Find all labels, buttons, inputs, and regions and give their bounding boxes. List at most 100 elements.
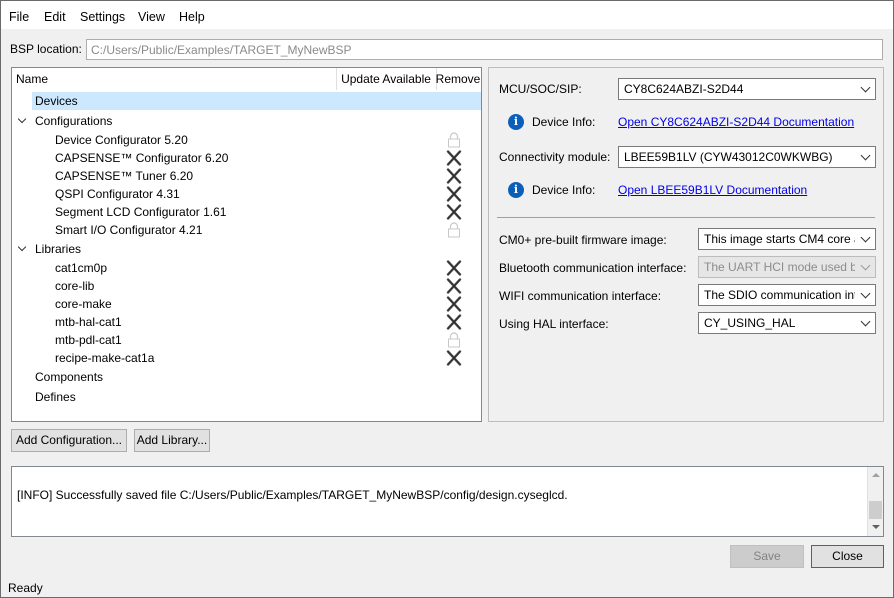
tree-item-library[interactable]: mtb-hal-cat1 — [12, 313, 481, 331]
connectivity-info-label: Device Info: — [532, 183, 596, 197]
bsp-location-label: BSP location: — [10, 42, 82, 56]
hal-interface-select[interactable]: CY_USING_HAL — [698, 312, 876, 334]
add-configuration-button[interactable]: Add Configuration... — [11, 429, 127, 452]
hal-interface-value: CY_USING_HAL — [704, 316, 796, 330]
chevron-down-icon — [860, 260, 871, 271]
chevron-down-icon — [860, 288, 871, 299]
chevron-down-icon — [860, 316, 871, 327]
menu-file[interactable]: File — [9, 10, 29, 24]
menu-settings[interactable]: Settings — [80, 10, 125, 24]
remove-x-icon[interactable] — [445, 260, 463, 276]
wifi-interface-select[interactable]: The SDIO communication int — [698, 284, 876, 306]
connectivity-label: Connectivity module: — [499, 150, 611, 164]
tree-item-library[interactable]: cat1cm0p — [12, 259, 481, 277]
info-icon: i — [508, 182, 524, 198]
tree-item-library-label: core-make — [55, 297, 112, 311]
log-message: [INFO] Successfully saved file C:/Users/… — [17, 488, 568, 502]
log-scrollbar[interactable] — [867, 467, 883, 536]
tree-item-library[interactable]: core-make — [12, 295, 481, 313]
setting-label-cm0: CM0+ pre-built firmware image: — [499, 233, 667, 247]
tree-item-configurator-label: Segment LCD Configurator 1.61 — [55, 205, 227, 219]
menu-help[interactable]: Help — [179, 10, 205, 24]
setting-label-wifi: WIFI communication interface: — [499, 289, 662, 303]
connectivity-select[interactable]: LBEE59B1LV (CYW43012C0WKWBG) — [618, 146, 876, 168]
tree-item-configurator-label: CAPSENSE™ Configurator 6.20 — [55, 151, 229, 165]
bluetooth-interface-select[interactable]: The UART HCI mode used by — [698, 256, 876, 278]
remove-x-icon[interactable] — [445, 350, 463, 366]
header-name[interactable]: Name — [16, 68, 48, 90]
setting-label-hal: Using HAL interface: — [499, 317, 609, 331]
tree-item-library-label: core-lib — [55, 279, 95, 293]
connectivity-select-value: LBEE59B1LV (CYW43012C0WKWBG) — [624, 150, 833, 164]
header-remove[interactable]: Remove — [433, 68, 483, 90]
close-button[interactable]: Close — [811, 545, 884, 568]
save-button[interactable]: Save — [730, 545, 804, 568]
tree-item-configurator[interactable]: QSPI Configurator 4.31 — [12, 185, 481, 203]
remove-x-icon[interactable] — [445, 296, 463, 312]
lock-icon — [445, 222, 463, 238]
tree-item-components-label: Components — [35, 370, 104, 384]
tree-item-configurator[interactable]: Device Configurator 5.20 — [12, 131, 481, 149]
tree-item-library-label: mtb-pdl-cat1 — [55, 333, 122, 347]
add-library-button[interactable]: Add Library... — [134, 429, 210, 452]
menu-edit[interactable]: Edit — [44, 10, 66, 24]
tree-item-libraries-label: Libraries — [35, 242, 82, 256]
chevron-down-icon — [860, 232, 871, 243]
scroll-up-icon[interactable] — [872, 473, 880, 477]
chevron-down-icon[interactable] — [18, 112, 28, 130]
tree-item-configurator[interactable]: Segment LCD Configurator 1.61 — [12, 203, 481, 221]
header-update-available[interactable]: Update Available — [331, 68, 441, 90]
remove-x-icon[interactable] — [445, 186, 463, 202]
tree-item-library[interactable]: mtb-pdl-cat1 — [12, 331, 481, 349]
remove-x-icon[interactable] — [445, 314, 463, 330]
mcu-select[interactable]: CY8C624ABZI-S2D44 — [618, 78, 876, 100]
chevron-down-icon — [860, 82, 871, 93]
bluetooth-interface-value: The UART HCI mode used by — [704, 260, 855, 274]
lock-icon — [445, 332, 463, 348]
device-documentation-link[interactable]: Open CY8C624ABZI-S2D44 Documentation — [618, 115, 854, 129]
tree-item-library[interactable]: core-lib — [12, 277, 481, 295]
remove-x-icon[interactable] — [445, 168, 463, 184]
tree-item-configurations-label: Configurations — [35, 114, 113, 128]
setting-label-bluetooth: Bluetooth communication interface: — [499, 261, 687, 275]
mcu-select-value: CY8C624ABZI-S2D44 — [624, 82, 744, 96]
tree-item-configurator-label: Device Configurator 5.20 — [55, 133, 188, 147]
cm0-firmware-value: This image starts CM4 core at — [704, 232, 855, 246]
tree-item-configurator[interactable]: CAPSENSE™ Configurator 6.20 — [12, 149, 481, 167]
connectivity-documentation-link[interactable]: Open LBEE59B1LV Documentation — [618, 183, 807, 197]
properties-panel: MCU/SOC/SIP: CY8C624ABZI-S2D44 i Device … — [488, 67, 884, 422]
tree-panel: Name Update Available Remove Devices Conf… — [11, 67, 482, 422]
tree-item-defines[interactable]: Defines — [12, 388, 481, 406]
mcu-label: MCU/SOC/SIP: — [499, 82, 582, 96]
log-panel: [INFO] Successfully saved file C:/Users/… — [11, 466, 884, 537]
tree-item-configurator[interactable]: CAPSENSE™ Tuner 6.20 — [12, 167, 481, 185]
menu-view[interactable]: View — [138, 10, 165, 24]
remove-x-icon[interactable] — [445, 278, 463, 294]
tree-item-devices-label: Devices — [35, 94, 78, 108]
menu-bar: File Edit Settings View Help — [1, 1, 893, 29]
tree-item-libraries[interactable]: Libraries — [12, 240, 481, 258]
tree-item-configurator-label: CAPSENSE™ Tuner 6.20 — [55, 169, 194, 183]
main-window: File Edit Settings View Help BSP locatio… — [0, 0, 894, 598]
tree-item-configurator-label: Smart I/O Configurator 4.21 — [55, 223, 203, 237]
chevron-down-icon[interactable] — [18, 240, 28, 258]
tree-item-configurator-label: QSPI Configurator 4.31 — [55, 187, 180, 201]
tree-item-library[interactable]: recipe-make-cat1a — [12, 349, 481, 367]
info-icon: i — [508, 114, 524, 130]
scroll-down-icon[interactable] — [872, 525, 880, 529]
bsp-location-field[interactable]: C:/Users/Public/Examples/TARGET_MyNewBSP — [86, 39, 883, 60]
tree-item-configurator[interactable]: Smart I/O Configurator 4.21 — [12, 221, 481, 239]
remove-x-icon[interactable] — [445, 150, 463, 166]
wifi-interface-value: The SDIO communication int — [704, 288, 855, 302]
scroll-thumb[interactable] — [869, 501, 882, 519]
tree-item-library-label: cat1cm0p — [55, 261, 108, 275]
lock-icon — [445, 132, 463, 148]
tree-item-configurations[interactable]: Configurations — [12, 112, 481, 130]
tree-item-devices[interactable]: Devices — [32, 92, 481, 110]
tree-item-library-label: recipe-make-cat1a — [55, 351, 155, 365]
tree-item-components[interactable]: Components — [12, 368, 481, 386]
cm0-firmware-select[interactable]: This image starts CM4 core at — [698, 228, 876, 250]
remove-x-icon[interactable] — [445, 204, 463, 220]
tree-item-defines-label: Defines — [35, 390, 76, 404]
device-info-label: Device Info: — [532, 115, 596, 129]
